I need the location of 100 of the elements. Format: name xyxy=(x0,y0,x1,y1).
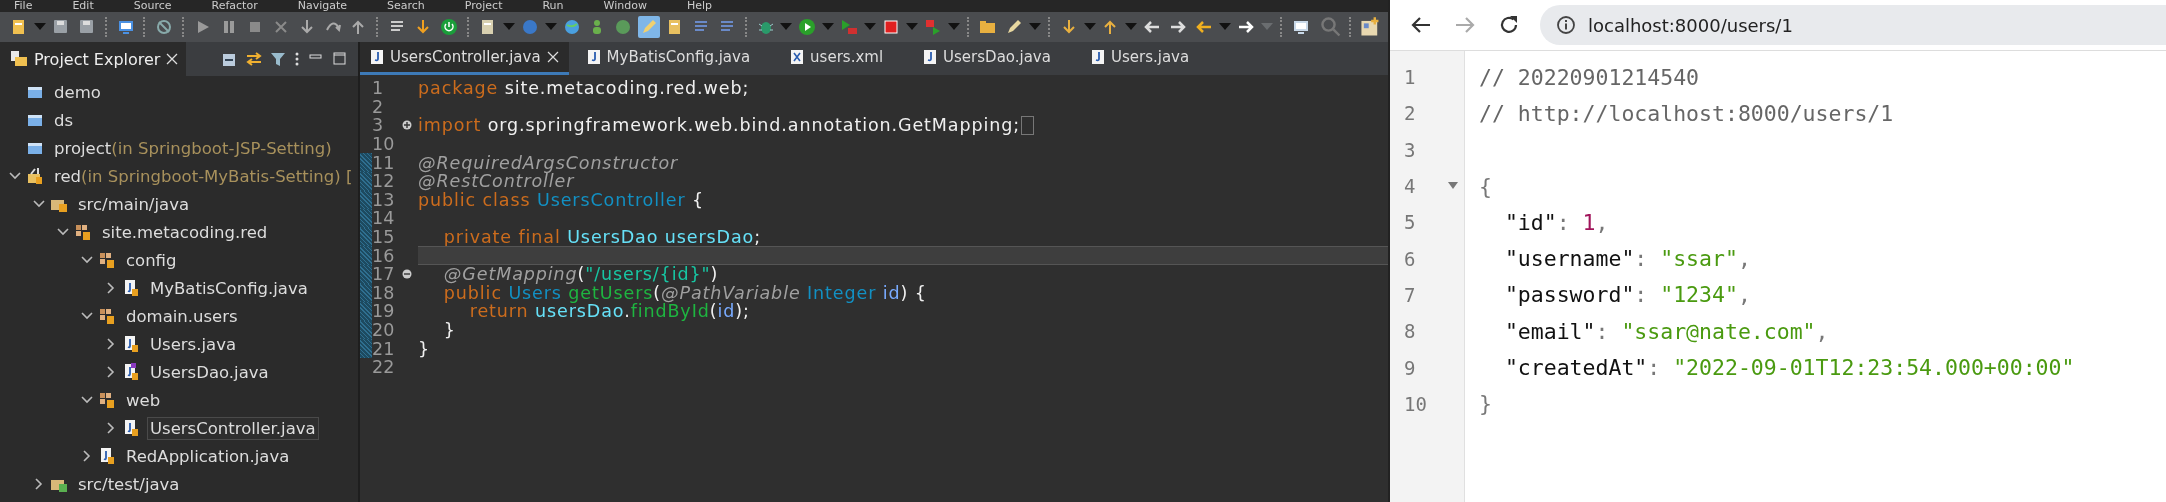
menu-item[interactable]: Refactor xyxy=(211,0,258,12)
menu-item[interactable]: Edit xyxy=(72,0,94,12)
maximize-icon[interactable] xyxy=(332,51,348,67)
menu-item[interactable]: Project xyxy=(464,0,503,12)
json-line: "username": "ssar", xyxy=(1503,246,1751,272)
menu-item[interactable]: Window xyxy=(603,0,647,12)
info-icon[interactable] xyxy=(1556,15,1576,35)
code-line: @RestController xyxy=(418,171,575,192)
package-icon xyxy=(74,223,92,241)
line-number: 9 xyxy=(1404,356,1417,379)
java-file-icon xyxy=(370,49,384,65)
chevron-down-icon[interactable] xyxy=(81,310,93,322)
view-title: Project Explorer xyxy=(34,49,161,69)
chevron-right-icon[interactable] xyxy=(81,450,93,462)
tree-item[interactable]: project(in Springboot-JSP-Setting) xyxy=(51,136,335,160)
filter-icon[interactable] xyxy=(270,51,286,67)
chevron-down-icon[interactable] xyxy=(81,254,93,266)
close-icon[interactable] xyxy=(546,51,559,63)
perspective-icon[interactable] xyxy=(1358,16,1381,38)
java-file-icon xyxy=(122,335,140,353)
code-line: import org.springframework.web.bind.annotation.GetMapping; xyxy=(418,115,1021,136)
chevron-right-icon[interactable] xyxy=(105,366,117,378)
json-line: "createdAt": "2022-09-01T12:23:54.000+00:00" xyxy=(1503,355,2075,380)
chevron-right-icon[interactable] xyxy=(105,282,117,294)
menu-item[interactable]: Search xyxy=(387,0,425,12)
two-way-arrows-icon[interactable] xyxy=(246,51,262,67)
line-number: 22 xyxy=(372,357,396,378)
editor-tab[interactable]: MyBatisConfig.java xyxy=(576,42,781,75)
fold-triangle-icon[interactable] xyxy=(1448,182,1458,191)
power-icon[interactable] xyxy=(438,16,460,38)
more-icon[interactable] xyxy=(294,51,300,67)
java-file-icon xyxy=(122,279,140,297)
line-number: 1 xyxy=(1404,66,1417,89)
chevron-down-icon[interactable] xyxy=(33,198,45,210)
tree-item[interactable]: Users.java xyxy=(147,332,240,356)
close-icon[interactable] xyxy=(166,53,179,65)
package-icon xyxy=(98,307,116,325)
editor-tab[interactable]: users.xml xyxy=(780,42,914,75)
json-line: // 20220901214540 xyxy=(1479,64,1700,90)
menu-item[interactable]: Navigate xyxy=(297,0,347,12)
code-line: private final UsersDao usersDao; xyxy=(442,227,761,248)
tree-item[interactable]: config xyxy=(123,248,180,272)
tree-item[interactable]: UsersDao.java xyxy=(147,360,272,384)
collapse-all-icon[interactable] xyxy=(222,51,238,67)
line-number: 15 xyxy=(372,227,396,248)
package-icon xyxy=(98,251,116,269)
code-line: } xyxy=(442,320,456,340)
tree-item[interactable]: src/test/java xyxy=(75,472,183,496)
chevron-right-icon[interactable] xyxy=(33,478,45,490)
tree-item[interactable]: UsersController.java xyxy=(147,416,319,440)
json-line: { xyxy=(1479,173,1492,199)
line-number: 21 xyxy=(372,338,396,359)
pencil-icon[interactable] xyxy=(638,16,661,38)
json-line: "password": "1234", xyxy=(1503,282,1751,308)
menu-item[interactable]: Source xyxy=(133,0,172,12)
java-file-icon xyxy=(923,49,938,65)
tree-item[interactable]: RedApplication.java xyxy=(123,444,293,468)
tree-item[interactable]: src/main/java xyxy=(75,192,192,216)
line-number: 5 xyxy=(1404,211,1417,234)
tree-item[interactable]: ds xyxy=(51,108,77,132)
line-number: 13 xyxy=(372,189,396,210)
folded-code-marker[interactable] xyxy=(1021,116,1035,135)
tree-item[interactable]: web xyxy=(123,388,164,412)
chevron-right-icon[interactable] xyxy=(105,422,117,434)
code-line: @RequiredArgsConstructor xyxy=(418,152,679,173)
address-bar[interactable]: localhost:8000/users/1 xyxy=(1540,5,2166,45)
editor-tab[interactable]: Users.java xyxy=(1080,42,1220,75)
expand-icon[interactable] xyxy=(402,120,412,131)
line-number: 19 xyxy=(372,301,396,322)
line-number: 18 xyxy=(372,282,396,303)
java-file-icon xyxy=(98,447,116,465)
json-line: // http://localhost:8000/users/1 xyxy=(1479,100,1894,126)
line-number: 17 xyxy=(372,264,396,285)
chevron-down-icon[interactable] xyxy=(9,170,21,182)
line-number: 16 xyxy=(372,245,396,266)
menu-item[interactable]: Run xyxy=(542,0,564,12)
chevron-down-icon[interactable] xyxy=(81,394,93,406)
editor-tab[interactable]: UsersDao.java xyxy=(913,42,1081,75)
line-number: 20 xyxy=(372,320,396,340)
chevron-down-icon[interactable] xyxy=(57,226,69,238)
line-number: 12 xyxy=(372,171,396,192)
json-line: "email": "ssar@nate.com", xyxy=(1503,318,1829,344)
json-line: "id": 1, xyxy=(1503,209,1609,235)
code-line: public class UsersController { xyxy=(418,189,704,210)
chevron-right-icon[interactable] xyxy=(105,338,117,350)
tree-item[interactable]: red(in Springboot-MyBatis-Setting) [ xyxy=(51,164,356,188)
menu-item[interactable]: File xyxy=(14,0,33,12)
tree-item[interactable]: domain.users xyxy=(123,304,241,328)
java-file-icon xyxy=(1090,49,1105,65)
line-number: 7 xyxy=(1404,283,1417,306)
tree-item[interactable]: MyBatisConfig.java xyxy=(147,276,311,300)
tree-item[interactable]: demo xyxy=(51,80,104,104)
view-tab[interactable]: Project Explorer xyxy=(0,42,187,76)
code-line: @GetMapping("/users/{id}") xyxy=(442,264,719,285)
menu-item[interactable]: Help xyxy=(686,0,712,12)
editor-tab[interactable]: UsersController.java xyxy=(360,42,569,75)
json-line: } xyxy=(1479,391,1492,417)
line-number: 6 xyxy=(1404,247,1417,270)
collapse-icon[interactable] xyxy=(402,269,412,280)
tree-item[interactable]: site.metacoding.red xyxy=(99,220,271,244)
